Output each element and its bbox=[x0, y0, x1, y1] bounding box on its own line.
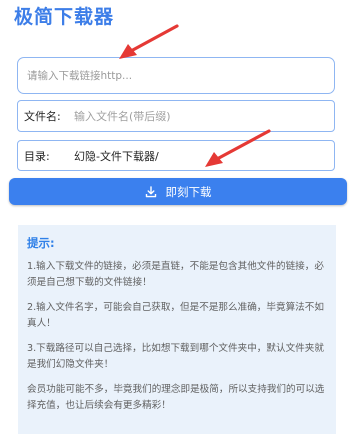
tips-panel: 提示: 1.输入下载文件的链接，必须是直链，不能是包含其他文件的链接，必须是自己… bbox=[18, 225, 336, 434]
annotation-arrow-url bbox=[119, 24, 179, 59]
tip-item: 2.输入文件名字，可能会自己获取，但是不是那么准确，毕竟算法不如真人！ bbox=[27, 302, 324, 329]
tips-title: 提示: bbox=[27, 236, 55, 250]
tip-item: 3.下载路径可以自己选择，比如想下载到哪个文件夹中，默认文件夹就是我们幻隐文件夹… bbox=[27, 343, 324, 370]
tip-item: 会员功能可能不多，毕竟我们的理念即是极简，所以支持我们的可以选择充值，也让后续会… bbox=[27, 384, 325, 411]
directory-field[interactable]: 目录: 幻隐-文件下载器/ bbox=[17, 140, 335, 171]
filename-label: 文件名: bbox=[24, 110, 61, 123]
url-field[interactable] bbox=[17, 57, 335, 94]
url-input[interactable] bbox=[27, 69, 317, 82]
tip-item: 1.输入下载文件的链接，必须是直链，不能是包含其他文件的链接，必须是自己想下载的… bbox=[27, 261, 324, 288]
directory-value[interactable]: 幻隐-文件下载器/ bbox=[70, 148, 159, 164]
filename-input[interactable] bbox=[70, 109, 304, 123]
download-button-label: 即刻下载 bbox=[165, 184, 212, 199]
filename-field[interactable]: 文件名: bbox=[17, 100, 335, 132]
download-icon bbox=[145, 185, 157, 198]
directory-label: 目录: bbox=[24, 149, 50, 163]
download-button[interactable]: 即刻下载 bbox=[9, 178, 347, 205]
app-title: 极简下载器 bbox=[14, 6, 115, 28]
